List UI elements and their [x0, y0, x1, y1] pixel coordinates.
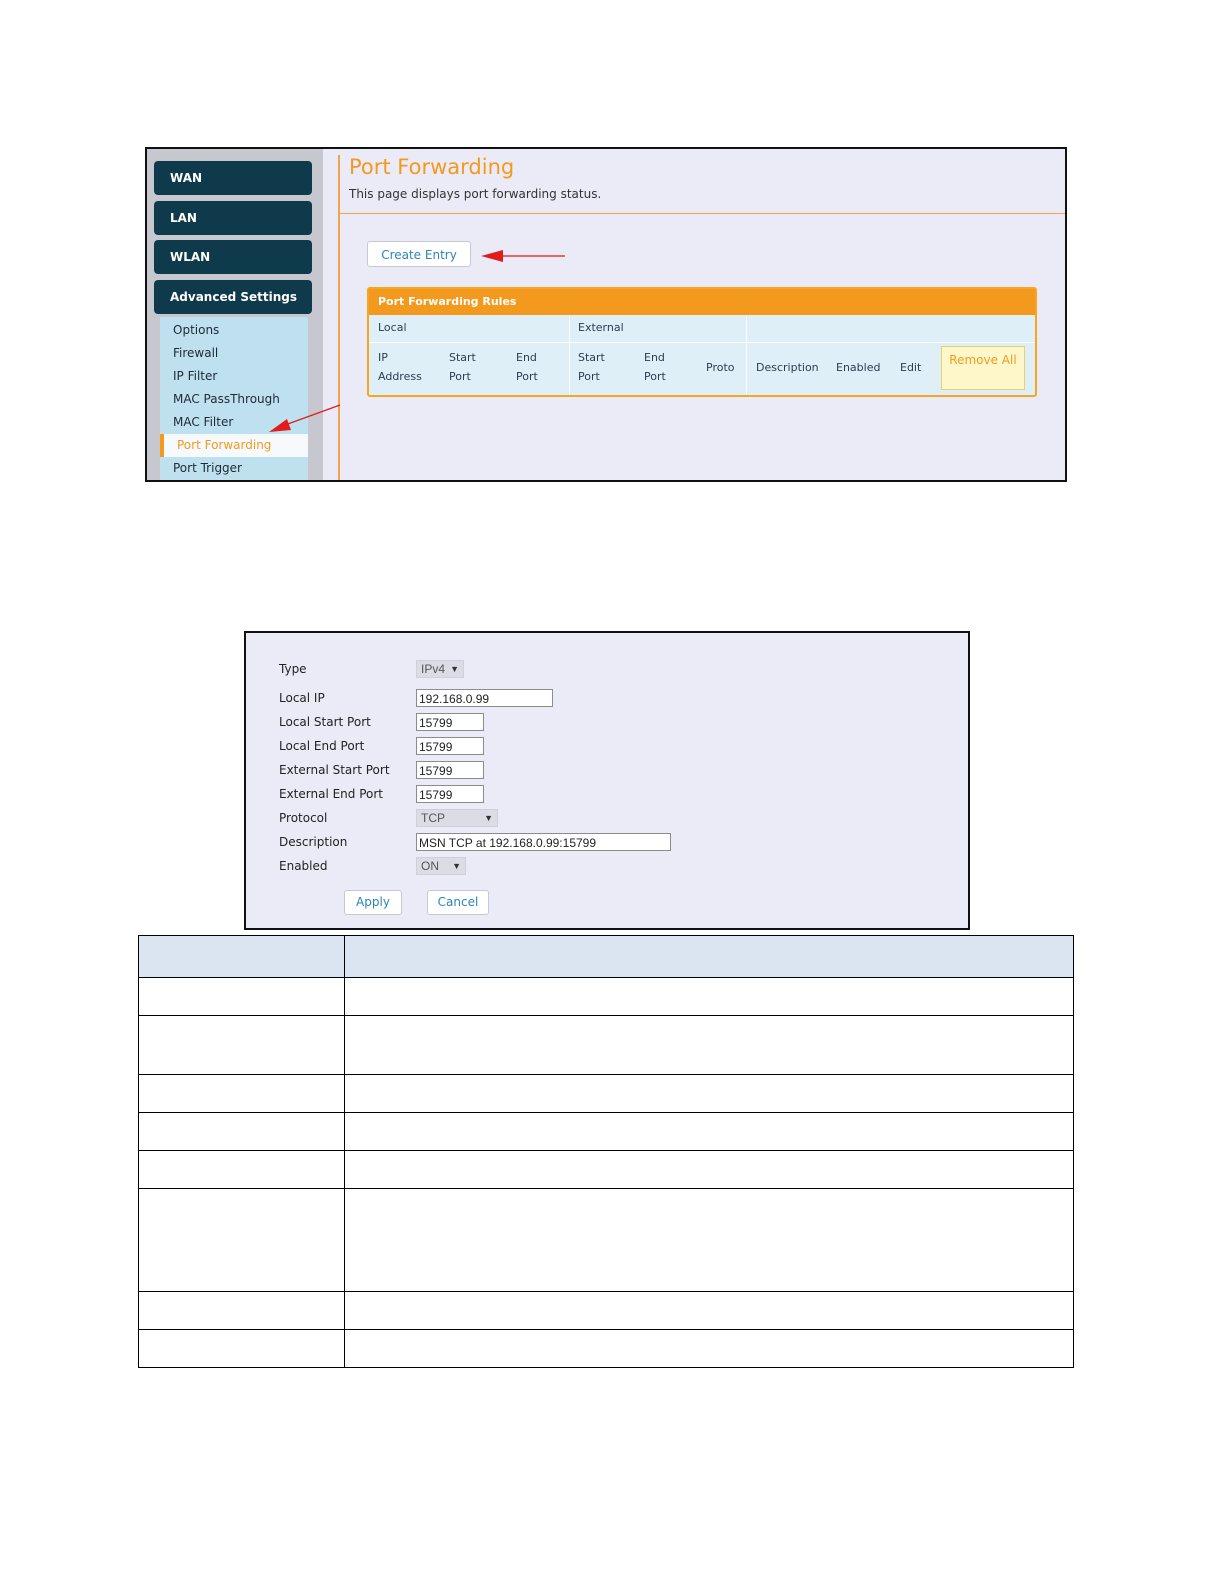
protocol-label: Protocol	[279, 811, 328, 825]
arrow-head-icon	[481, 250, 503, 262]
local-end-port-label: Local End Port	[279, 739, 365, 753]
table-cell	[344, 977, 1074, 1016]
table-cell	[344, 1291, 1074, 1330]
local-end-port-input[interactable]: 15799	[416, 737, 484, 755]
type-select[interactable]: IPv4 ▼	[416, 660, 464, 678]
table-header-cell	[138, 935, 345, 978]
table-cell	[138, 977, 345, 1016]
local-start-port-input[interactable]: 15799	[416, 713, 484, 731]
table-cell	[344, 1112, 1074, 1151]
external-end-port-input[interactable]: 15799	[416, 785, 484, 803]
description-label: Description	[279, 835, 348, 849]
table-cell	[344, 1074, 1074, 1113]
external-end-port-label: External End Port	[279, 787, 384, 801]
enabled-label: Enabled	[279, 859, 328, 873]
table-cell	[344, 1329, 1074, 1368]
local-ip-label: Local IP	[279, 691, 325, 705]
table-header-row	[138, 935, 1074, 978]
create-entry-form-screenshot: Type IPv4 ▼ Local IP 192.168.0.99 Local …	[244, 631, 970, 930]
annotation-arrows	[269, 250, 565, 432]
arrow-head-icon	[269, 419, 291, 432]
enabled-select[interactable]: ON ▼	[416, 857, 466, 875]
external-start-port-label: External Start Port	[279, 763, 390, 777]
table-cell	[138, 1291, 345, 1330]
description-input[interactable]: MSN TCP at 192.168.0.99:15799	[416, 833, 671, 851]
table-row	[138, 1074, 1074, 1113]
dropdown-arrow-icon: ▼	[452, 861, 461, 871]
table-cell	[138, 1188, 345, 1292]
dropdown-arrow-icon: ▼	[450, 664, 459, 674]
table-row	[138, 1015, 1074, 1075]
table-row	[138, 1188, 1074, 1292]
table-cell	[138, 1150, 345, 1189]
enabled-select-value: ON	[421, 859, 439, 873]
type-select-value: IPv4	[421, 662, 446, 676]
table-cell	[138, 1112, 345, 1151]
table-row	[138, 1291, 1074, 1330]
port-forwarding-screenshot: WAN LAN WLAN Advanced Settings Options F…	[145, 147, 1067, 482]
table-cell	[138, 1074, 345, 1113]
table-cell	[138, 1329, 345, 1368]
table-header-cell	[344, 935, 1074, 978]
table-row	[138, 1112, 1074, 1151]
local-start-port-label: Local Start Port	[279, 715, 371, 729]
table-cell	[344, 1015, 1074, 1075]
local-ip-input[interactable]: 192.168.0.99	[416, 689, 553, 707]
dropdown-arrow-icon: ▼	[484, 813, 493, 823]
apply-button[interactable]: Apply	[344, 890, 402, 915]
table-cell	[138, 1015, 345, 1075]
table-cell	[344, 1150, 1074, 1189]
arrow-to-port-forwarding	[284, 404, 341, 426]
cancel-button[interactable]: Cancel	[427, 890, 489, 915]
protocol-select[interactable]: TCP ▼	[416, 809, 498, 827]
table-row	[138, 1150, 1074, 1189]
table-cell	[344, 1188, 1074, 1292]
parameter-table	[138, 935, 1074, 1368]
table-row	[138, 977, 1074, 1016]
external-start-port-input[interactable]: 15799	[416, 761, 484, 779]
protocol-select-value: TCP	[421, 811, 445, 825]
table-row	[138, 1329, 1074, 1368]
type-label: Type	[279, 662, 307, 676]
